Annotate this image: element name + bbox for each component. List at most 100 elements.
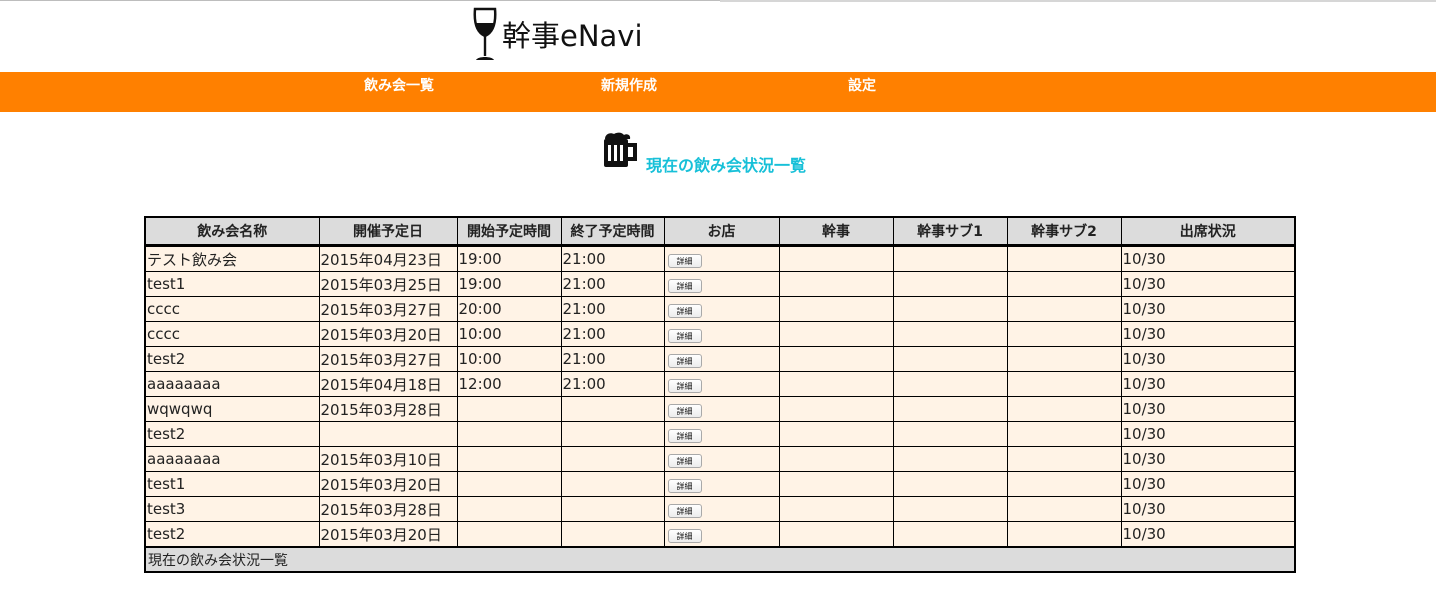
- cell-attendance: 10/30: [1120, 496, 1296, 522]
- table-row[interactable]: wqwqwq 2015年03月28日 詳細 10/30: [144, 396, 1296, 422]
- col-header-date[interactable]: 開催予定日: [318, 216, 458, 247]
- page-title: 現在の飲み会状況一覧: [646, 156, 807, 175]
- col-header-sub1[interactable]: 幹事サブ1: [892, 216, 1008, 247]
- table-row[interactable]: test1 2015年03月25日 19:00 21:00 詳細 10/30: [144, 271, 1296, 297]
- table-row[interactable]: test1 2015年03月20日 詳細 10/30: [144, 471, 1296, 497]
- main-nav: 飲み会一覧 新規作成 設定: [0, 72, 1436, 112]
- cell-attendance: 10/30: [1120, 421, 1296, 447]
- col-header-name[interactable]: 飲み会名称: [144, 216, 320, 247]
- cell-name: test2: [144, 521, 320, 548]
- detail-button[interactable]: 詳細: [667, 429, 702, 443]
- cell-sub-organizer-1: [892, 421, 1008, 447]
- table-row[interactable]: aaaaaaaa 2015年04月18日 12:00 21:00 詳細 10/30: [144, 371, 1296, 397]
- cell-organizer: [778, 321, 894, 347]
- cell-date: 2015年03月27日: [318, 346, 458, 372]
- table-row[interactable]: test2 2015年03月27日 10:00 21:00 詳細 10/30: [144, 346, 1296, 372]
- cell-sub-organizer-2: [1006, 271, 1122, 297]
- detail-button[interactable]: 詳細: [667, 304, 702, 318]
- nav-item-new[interactable]: 新規作成: [601, 75, 657, 95]
- cell-shop: 詳細: [663, 321, 780, 347]
- cell-name: test2: [144, 421, 320, 447]
- detail-button[interactable]: 詳細: [667, 479, 702, 493]
- cell-organizer: [778, 296, 894, 322]
- cell-name: aaaaaaaa: [144, 371, 320, 397]
- cell-shop: 詳細: [663, 496, 780, 522]
- cell-end-time: [560, 496, 665, 522]
- table-row[interactable]: test3 2015年03月28日 詳細 10/30: [144, 496, 1296, 522]
- cell-date: 2015年03月10日: [318, 446, 458, 472]
- nav-item-party-list[interactable]: 飲み会一覧: [364, 75, 434, 95]
- cell-organizer: [778, 396, 894, 422]
- detail-button[interactable]: 詳細: [667, 329, 702, 343]
- cell-date: [318, 421, 458, 447]
- col-header-sub2[interactable]: 幹事サブ2: [1006, 216, 1122, 247]
- cell-end-time: 21:00: [560, 271, 665, 297]
- table-row[interactable]: test2 詳細 10/30: [144, 421, 1296, 447]
- table-row[interactable]: テスト飲み会 2015年04月23日 19:00 21:00 詳細 10/30: [144, 245, 1296, 272]
- detail-button[interactable]: 詳細: [667, 504, 702, 518]
- cell-name: cccc: [144, 321, 320, 347]
- cell-organizer: [778, 521, 894, 548]
- cell-shop: 詳細: [663, 346, 780, 372]
- cell-sub-organizer-1: [892, 521, 1008, 548]
- beer-mug-icon: [602, 132, 638, 174]
- table-row[interactable]: cccc 2015年03月20日 10:00 21:00 詳細 10/30: [144, 321, 1296, 347]
- nav-item-settings[interactable]: 設定: [848, 75, 876, 95]
- col-header-shop[interactable]: お店: [663, 216, 780, 247]
- detail-button[interactable]: 詳細: [667, 279, 702, 293]
- cell-organizer: [778, 245, 894, 272]
- col-header-start[interactable]: 開始予定時間: [456, 216, 562, 247]
- detail-button[interactable]: 詳細: [667, 529, 702, 543]
- cell-sub-organizer-1: [892, 471, 1008, 497]
- cell-shop: 詳細: [663, 271, 780, 297]
- cell-organizer: [778, 421, 894, 447]
- cell-sub-organizer-1: [892, 321, 1008, 347]
- cell-shop: 詳細: [663, 396, 780, 422]
- cell-attendance: 10/30: [1120, 446, 1296, 472]
- detail-button[interactable]: 詳細: [667, 454, 702, 468]
- cell-organizer: [778, 346, 894, 372]
- cell-date: 2015年03月28日: [318, 496, 458, 522]
- logo-text: 幹事eNavi: [502, 19, 643, 53]
- cell-date: 2015年03月27日: [318, 296, 458, 322]
- table-row[interactable]: test2 2015年03月20日 詳細 10/30: [144, 521, 1296, 548]
- cell-shop: 詳細: [663, 446, 780, 472]
- cell-attendance: 10/30: [1120, 521, 1296, 548]
- cell-sub-organizer-2: [1006, 245, 1122, 272]
- col-header-organizer[interactable]: 幹事: [778, 216, 894, 247]
- cell-sub-organizer-2: [1006, 296, 1122, 322]
- cell-start-time: [456, 496, 562, 522]
- table-row[interactable]: aaaaaaaa 2015年03月10日 詳細 10/30: [144, 446, 1296, 472]
- cell-attendance: 10/30: [1120, 296, 1296, 322]
- cell-start-time: [456, 396, 562, 422]
- top-border-left: [0, 0, 720, 1]
- cell-sub-organizer-2: [1006, 496, 1122, 522]
- cell-end-time: [560, 396, 665, 422]
- cell-sub-organizer-2: [1006, 471, 1122, 497]
- table-footer-row: 現在の飲み会状況一覧: [144, 546, 1296, 573]
- cell-attendance: 10/30: [1120, 371, 1296, 397]
- cell-end-time: [560, 471, 665, 497]
- cell-date: 2015年03月20日: [318, 321, 458, 347]
- cell-end-time: 21:00: [560, 371, 665, 397]
- cell-date: 2015年03月20日: [318, 521, 458, 548]
- cell-attendance: 10/30: [1120, 271, 1296, 297]
- detail-button[interactable]: 詳細: [667, 254, 702, 268]
- col-header-end[interactable]: 終了予定時間: [560, 216, 665, 247]
- detail-button[interactable]: 詳細: [667, 354, 702, 368]
- detail-button[interactable]: 詳細: [667, 404, 702, 418]
- cell-organizer: [778, 271, 894, 297]
- table-row[interactable]: cccc 2015年03月27日 20:00 21:00 詳細 10/30: [144, 296, 1296, 322]
- cell-shop: 詳細: [663, 521, 780, 548]
- cell-start-time: [456, 521, 562, 548]
- col-header-attendance[interactable]: 出席状況: [1120, 216, 1296, 247]
- cell-name: test1: [144, 471, 320, 497]
- cell-shop: 詳細: [663, 471, 780, 497]
- cell-end-time: [560, 446, 665, 472]
- detail-button[interactable]: 詳細: [667, 379, 702, 393]
- cell-end-time: 21:00: [560, 296, 665, 322]
- app-logo[interactable]: 幹事eNavi: [472, 6, 643, 62]
- cell-sub-organizer-2: [1006, 371, 1122, 397]
- cell-organizer: [778, 371, 894, 397]
- cell-start-time: 20:00: [456, 296, 562, 322]
